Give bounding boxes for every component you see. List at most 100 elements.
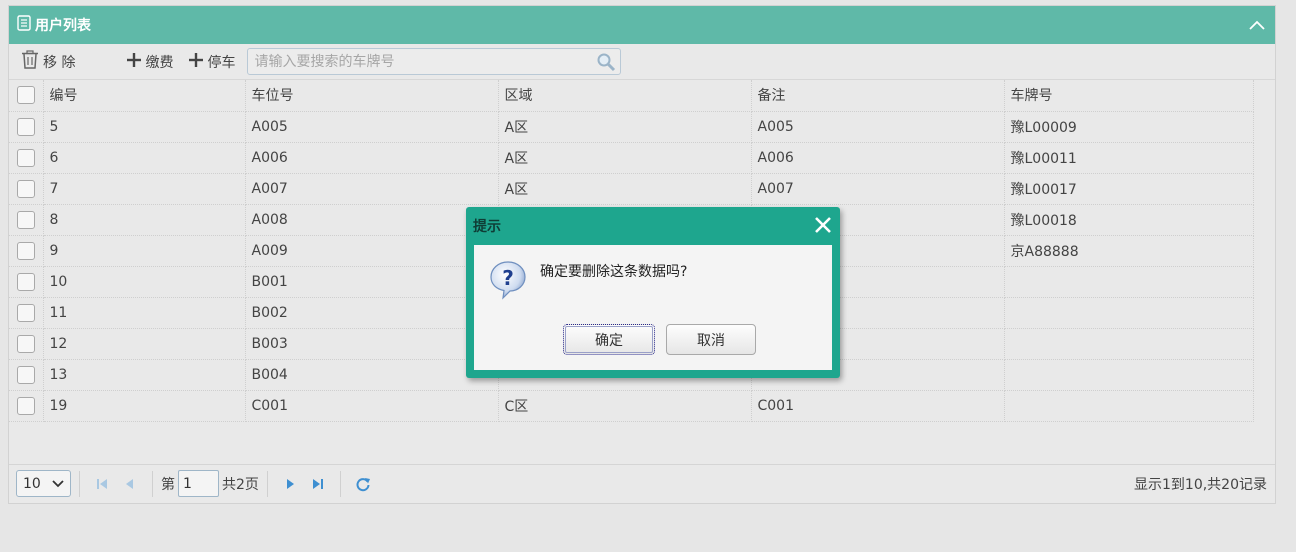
cell-area: A区 (498, 142, 752, 174)
row-checkbox[interactable] (16, 365, 35, 384)
cell-plate: 豫L00017 (1004, 173, 1254, 205)
cell-id: 10 (43, 266, 246, 298)
cell-note: A007 (751, 173, 1005, 205)
cell-slot: B003 (245, 328, 499, 360)
cell-plate (1004, 297, 1254, 329)
cell-note: A005 (751, 111, 1005, 143)
cell-slot: A008 (245, 204, 499, 236)
divider (79, 470, 80, 497)
cell-slot: A005 (245, 111, 499, 143)
park-button-label: 停车 (207, 54, 236, 71)
row-checkbox-cell (9, 173, 44, 205)
toolbar: 移 除 缴费 停车 (9, 44, 1275, 80)
cell-area: C区 (498, 390, 752, 422)
row-checkbox[interactable] (16, 272, 35, 291)
table-row[interactable]: 6 A006 A区 A006 豫L00011 (9, 142, 1254, 174)
table-row[interactable]: 7 A007 A区 A007 豫L00017 (9, 173, 1254, 205)
confirm-ok-button[interactable]: 确定 (563, 324, 655, 355)
divider (152, 470, 153, 497)
cell-id: 11 (43, 297, 246, 329)
page-size-select[interactable]: 10 (16, 470, 71, 497)
pagination-bar: 10 第 1 共2页 显示1到10,共20记录 (9, 464, 1275, 502)
row-checkbox-cell (9, 328, 44, 360)
cell-area: A区 (498, 173, 752, 205)
divider (266, 470, 268, 497)
last-page-icon[interactable] (307, 472, 329, 496)
search-icon[interactable] (596, 52, 616, 76)
cell-plate (1004, 359, 1254, 391)
row-checkbox[interactable] (16, 303, 35, 322)
record-count-info: 显示1到10,共20记录 (1134, 476, 1267, 493)
cell-slot: A009 (245, 235, 499, 267)
panel-header: 用户列表 (9, 6, 1275, 44)
cell-id: 19 (43, 390, 246, 422)
divider (339, 470, 341, 497)
column-header-plate[interactable]: 车牌号 (1004, 80, 1254, 112)
column-header-slot[interactable]: 车位号 (245, 80, 499, 112)
cell-id: 9 (43, 235, 246, 267)
select-all-cell (9, 80, 44, 112)
page-number-input[interactable]: 1 (178, 470, 219, 497)
cell-id: 7 (43, 173, 246, 205)
column-header-id[interactable]: 编号 (43, 80, 246, 112)
cell-id: 8 (43, 204, 246, 236)
plate-search-input[interactable] (248, 49, 589, 74)
cell-plate (1004, 390, 1254, 422)
prev-page-icon[interactable] (119, 472, 141, 496)
column-header-note[interactable]: 备注 (751, 80, 1005, 112)
row-checkbox[interactable] (16, 148, 35, 167)
cell-plate (1004, 266, 1254, 298)
row-checkbox-cell (9, 297, 44, 329)
pay-button[interactable]: 缴费 (123, 48, 177, 76)
row-checkbox-cell (9, 235, 44, 267)
collapse-chevron-up-icon[interactable] (1245, 13, 1269, 37)
remove-button[interactable]: 移 除 (17, 48, 79, 76)
pay-button-label: 缴费 (145, 54, 174, 71)
trash-icon (21, 50, 39, 73)
column-header-area[interactable]: 区域 (498, 80, 752, 112)
plus-icon (127, 52, 142, 71)
cell-note: A006 (751, 142, 1005, 174)
question-icon: ? (487, 259, 529, 305)
table-row[interactable]: 19 C001 C区 C001 (9, 390, 1254, 422)
confirm-dialog: 提示 ? 确定要删除这条数据吗? 确定 取消 (466, 207, 840, 378)
refresh-icon[interactable] (352, 472, 374, 496)
cell-plate (1004, 328, 1254, 360)
row-checkbox[interactable] (16, 210, 35, 229)
cell-slot: A006 (245, 142, 499, 174)
panel-title: 用户列表 (35, 18, 91, 34)
row-checkbox-cell (9, 390, 44, 422)
row-checkbox[interactable] (16, 117, 35, 136)
cell-slot: A007 (245, 173, 499, 205)
cell-area: A区 (498, 111, 752, 143)
cell-plate: 豫L00018 (1004, 204, 1254, 236)
cell-slot: C001 (245, 390, 499, 422)
close-icon[interactable] (813, 215, 833, 235)
confirm-cancel-button[interactable]: 取消 (666, 324, 756, 355)
row-checkbox[interactable] (16, 396, 35, 415)
select-all-checkbox[interactable] (16, 86, 35, 105)
remove-button-label: 移 除 (43, 54, 76, 71)
table-row[interactable]: 5 A005 A区 A005 豫L00009 (9, 111, 1254, 143)
cell-slot: B004 (245, 359, 499, 391)
row-checkbox[interactable] (16, 334, 35, 353)
list-icon (17, 15, 31, 35)
page-size-value: 10 (23, 475, 41, 492)
row-checkbox[interactable] (16, 179, 35, 198)
table-header-row: 编号 车位号 区域 备注 车牌号 (9, 80, 1254, 112)
search-box (247, 48, 622, 76)
cell-id: 6 (43, 142, 246, 174)
row-checkbox-cell (9, 111, 44, 143)
cell-plate: 豫L00009 (1004, 111, 1254, 143)
row-checkbox-cell (9, 142, 44, 174)
park-button[interactable]: 停车 (185, 48, 239, 76)
first-page-icon[interactable] (91, 472, 113, 496)
cell-id: 13 (43, 359, 246, 391)
next-page-icon[interactable] (279, 472, 301, 496)
dialog-title: 提示 (473, 219, 501, 235)
row-checkbox[interactable] (16, 241, 35, 260)
cell-id: 5 (43, 111, 246, 143)
chevron-down-icon (52, 476, 64, 492)
svg-text:?: ? (502, 266, 514, 290)
row-checkbox-cell (9, 204, 44, 236)
